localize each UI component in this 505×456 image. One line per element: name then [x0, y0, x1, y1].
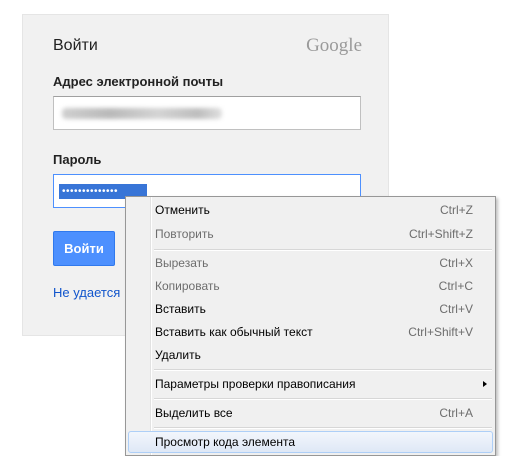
- menu-item-label: Просмотр кода элемента: [155, 435, 296, 449]
- menu-item-label: Отменить: [155, 203, 210, 217]
- menu-separator: [154, 369, 492, 371]
- menu-item-shortcut: Ctrl+C: [438, 279, 473, 293]
- trouble-signin-link[interactable]: Не удается: [53, 285, 120, 300]
- menu-separator: [154, 249, 492, 251]
- menu-item-label: Вставить: [155, 302, 206, 316]
- menu-item-copy[interactable]: Копировать Ctrl+C: [128, 275, 493, 297]
- menu-item-shortcut: Ctrl+V: [439, 302, 473, 316]
- menu-item-paste[interactable]: Вставить Ctrl+V: [128, 298, 493, 320]
- password-label: Пароль: [53, 152, 102, 167]
- menu-separator: [154, 398, 492, 400]
- menu-item-redo[interactable]: Повторить Ctrl+Shift+Z: [128, 223, 493, 245]
- menu-item-label: Параметры проверки правописания: [155, 377, 356, 391]
- menu-item-label: Повторить: [155, 227, 214, 241]
- submenu-arrow-icon: [483, 381, 487, 387]
- menu-item-label: Вставить как обычный текст: [155, 325, 313, 339]
- menu-item-label: Выделить все: [155, 406, 233, 420]
- menu-item-shortcut: Ctrl+A: [439, 406, 473, 420]
- menu-item-label: Вырезать: [155, 256, 209, 270]
- menu-item-cut[interactable]: Вырезать Ctrl+X: [128, 252, 493, 274]
- menu-item-paste-plain-text[interactable]: Вставить как обычный текст Ctrl+Shift+V: [128, 321, 493, 343]
- menu-item-select-all[interactable]: Выделить все Ctrl+A: [128, 402, 493, 424]
- menu-item-spellcheck-options[interactable]: Параметры проверки правописания: [128, 373, 493, 395]
- menu-item-shortcut: Ctrl+Shift+Z: [408, 227, 473, 241]
- email-field[interactable]: [53, 96, 361, 130]
- menu-item-shortcut: Ctrl+Shift+V: [408, 325, 473, 339]
- menu-item-shortcut: Ctrl+X: [439, 256, 473, 270]
- menu-item-label: Удалить: [155, 348, 201, 362]
- menu-item-inspect-element[interactable]: Просмотр кода элемента: [128, 431, 493, 453]
- menu-item-undo[interactable]: Отменить Ctrl+Z: [128, 199, 493, 221]
- context-menu: Отменить Ctrl+Z Повторить Ctrl+Shift+Z В…: [125, 196, 496, 456]
- google-logo: Google: [306, 35, 362, 56]
- email-label: Адрес электронной почты: [53, 74, 224, 89]
- menu-item-shortcut: Ctrl+Z: [440, 203, 473, 217]
- menu-item-delete[interactable]: Удалить: [128, 344, 493, 366]
- menu-item-label: Копировать: [155, 279, 220, 293]
- email-value-blurred: [62, 108, 222, 119]
- menu-separator: [154, 427, 492, 429]
- page-title: Войти: [53, 37, 98, 54]
- signin-button[interactable]: Войти: [53, 231, 115, 266]
